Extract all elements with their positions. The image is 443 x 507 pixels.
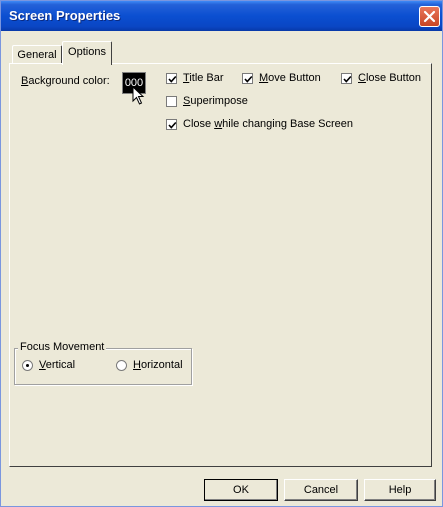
radio-dot[interactable]: [22, 359, 33, 371]
help-button[interactable]: Help: [364, 479, 436, 501]
tab-general[interactable]: General: [12, 45, 62, 65]
close-window-button[interactable]: [419, 6, 440, 27]
close-button-checkbox[interactable]: Close Button: [341, 71, 421, 85]
checkmark-icon: [168, 121, 177, 129]
vertical-radio[interactable]: Vertical: [22, 358, 75, 372]
move-button-checkbox[interactable]: Move Button: [242, 71, 321, 85]
ok-button[interactable]: OK: [204, 479, 278, 501]
superimpose-label: Superimpose: [183, 95, 248, 107]
horizontal-label: Horizontal: [133, 359, 183, 371]
close-while-changing-checkbox[interactable]: Close while changing Base Screen: [166, 117, 353, 131]
close-icon: [423, 10, 436, 23]
checkbox-box[interactable]: [341, 72, 352, 84]
checkmark-icon: [168, 75, 177, 83]
close-button-label: Close Button: [358, 72, 421, 84]
mouse-cursor-icon: [132, 86, 145, 105]
checkmark-icon: [343, 75, 352, 83]
horizontal-radio[interactable]: Horizontal: [116, 358, 183, 372]
close-while-changing-label: Close while changing Base Screen: [183, 118, 354, 130]
title-bar-checkbox[interactable]: Title Bar: [166, 71, 224, 85]
checkmark-icon: [244, 75, 253, 83]
title-bar-label: Title Bar: [183, 72, 224, 84]
checkbox-box[interactable]: [242, 72, 253, 84]
title-bar[interactable]: Screen Properties: [1, 1, 442, 31]
checkbox-box[interactable]: [166, 118, 177, 130]
background-color-label: Background color:: [21, 75, 110, 87]
move-button-label: Move Button: [259, 72, 321, 84]
checkbox-box[interactable]: [166, 72, 177, 84]
tab-options[interactable]: Options: [62, 41, 112, 65]
radio-dot[interactable]: [116, 359, 127, 371]
window-title: Screen Properties: [9, 8, 121, 23]
focus-movement-legend: Focus Movement: [18, 341, 107, 353]
cancel-button[interactable]: Cancel: [284, 479, 358, 501]
checkbox-box[interactable]: [166, 95, 177, 107]
superimpose-checkbox[interactable]: Superimpose: [166, 94, 248, 108]
vertical-label: Vertical: [39, 359, 76, 371]
